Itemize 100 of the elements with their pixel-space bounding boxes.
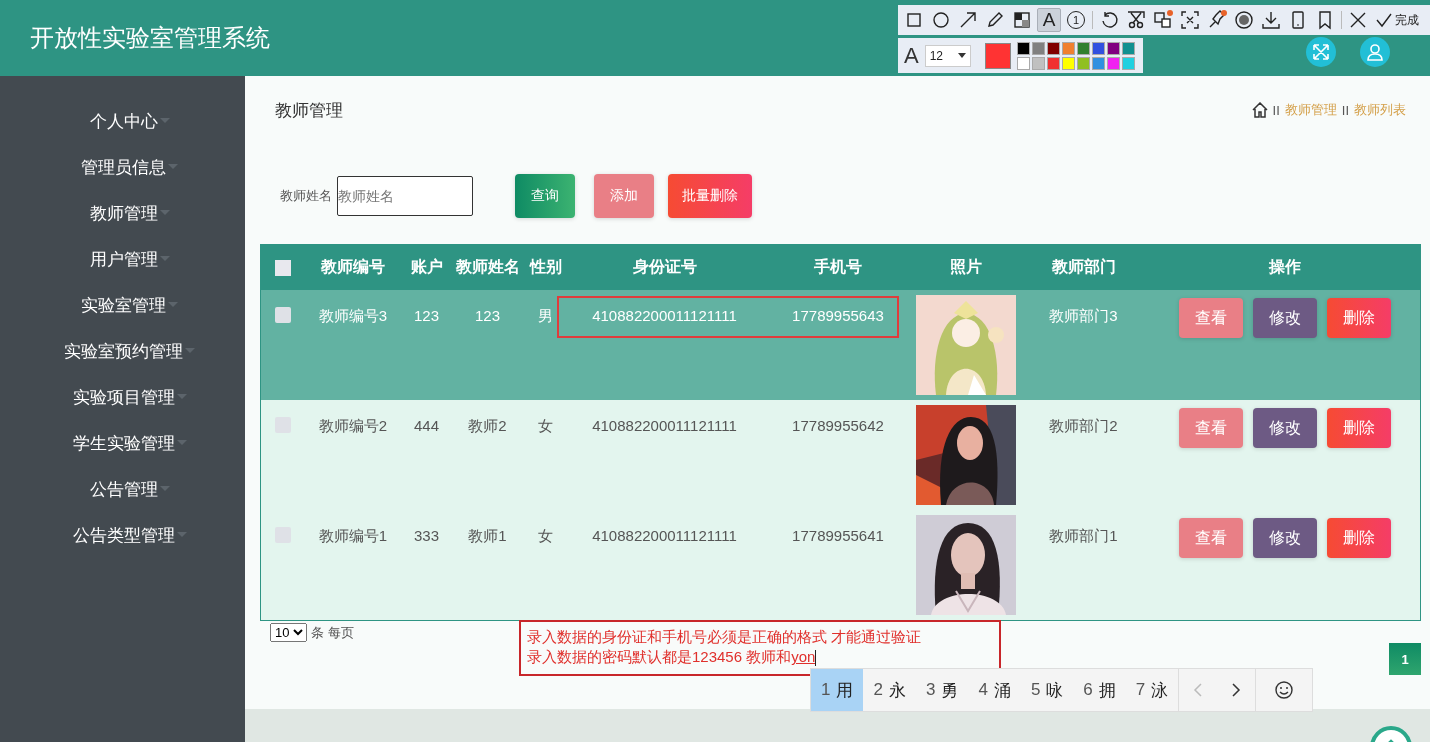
- page-title: 教师管理: [275, 99, 343, 122]
- table-cell: 444: [414, 417, 439, 434]
- column-header: 身份证号: [568, 244, 761, 290]
- rectangle-icon: [904, 10, 924, 30]
- table-cell: 410882200011121111: [592, 417, 737, 434]
- color-swatch[interactable]: [1076, 41, 1090, 55]
- table-cell: 410882200011121111: [592, 527, 737, 544]
- edit-button[interactable]: 修改: [1253, 518, 1318, 558]
- color-swatch[interactable]: [1031, 56, 1045, 70]
- ime-candidate[interactable]: 2 永: [863, 669, 916, 711]
- field-label: 教师姓名: [280, 187, 332, 205]
- color-swatch[interactable]: [1091, 56, 1105, 70]
- sidebar-item[interactable]: 公告类型管理: [0, 512, 245, 558]
- table-cell: 男: [538, 307, 553, 324]
- color-swatch[interactable]: [1016, 56, 1030, 70]
- color-swatch[interactable]: [1091, 41, 1105, 55]
- color-swatch[interactable]: [1016, 41, 1030, 55]
- page-size-label: 条 每页: [311, 623, 354, 642]
- sidebar-item[interactable]: 实验室预约管理: [0, 328, 245, 374]
- batch-delete-button[interactable]: 批量删除: [668, 174, 752, 218]
- sidebar-item[interactable]: 实验项目管理: [0, 374, 245, 420]
- text-tool[interactable]: A: [1037, 8, 1061, 32]
- column-header: 教师编号: [305, 244, 401, 290]
- done-button[interactable]: 完成: [1373, 11, 1421, 29]
- download-icon: [1261, 10, 1281, 30]
- breadcrumb-separator: II: [1272, 102, 1280, 118]
- user-icon: [1366, 43, 1384, 61]
- sidebar-item[interactable]: 实验室管理: [0, 282, 245, 328]
- annotation-text[interactable]: 录入数据的密码默认都是123456 教师和yon: [527, 647, 999, 667]
- delete-button[interactable]: 删除: [1327, 298, 1392, 338]
- table-cell: 333: [414, 527, 439, 544]
- row-checkbox[interactable]: [275, 307, 292, 323]
- select-all-checkbox[interactable]: [275, 260, 292, 277]
- table-cell: 教师2: [468, 417, 507, 434]
- column-header: 照片: [915, 244, 1017, 290]
- ime-candidate[interactable]: 5 咏: [1020, 669, 1074, 711]
- color-swatch[interactable]: [1106, 56, 1120, 70]
- caret-icon: [185, 348, 195, 354]
- delete-button[interactable]: 删除: [1327, 518, 1392, 558]
- caret-icon: [159, 210, 170, 216]
- color-swatch[interactable]: [1076, 56, 1090, 70]
- current-color[interactable]: [984, 42, 1011, 69]
- pin-icon: [1207, 10, 1227, 30]
- column-header: 教师姓名: [452, 244, 523, 290]
- color-swatch[interactable]: [1031, 41, 1045, 55]
- annotation-text[interactable]: 录入数据的身份证和手机号必须是正确的格式 才能通过验证: [527, 627, 999, 647]
- ime-candidate[interactable]: 7 泳: [1125, 669, 1179, 711]
- caret-icon: [168, 302, 178, 308]
- color-swatch[interactable]: [1046, 41, 1060, 55]
- fullscreen-button[interactable]: [1306, 37, 1336, 67]
- edit-button[interactable]: 修改: [1253, 298, 1318, 338]
- record-icon: [1234, 10, 1254, 30]
- table-cell: 教师编号3: [318, 307, 388, 324]
- user-button[interactable]: [1360, 37, 1390, 67]
- home-icon: [1251, 102, 1268, 118]
- column-header: 教师部门: [1016, 244, 1151, 290]
- ellipse-icon: [931, 10, 951, 30]
- sidebar-item[interactable]: 个人中心: [0, 98, 245, 144]
- page-size-select[interactable]: 10: [270, 623, 307, 642]
- caret-icon: [176, 440, 187, 446]
- color-swatch[interactable]: [1061, 41, 1075, 55]
- close-icon: [1348, 10, 1368, 30]
- font-size-select[interactable]: 12: [924, 44, 971, 67]
- table-cell: 17789955643: [792, 307, 884, 324]
- mosaic-icon: [1012, 10, 1032, 30]
- table-cell: 女: [538, 527, 553, 544]
- edit-button[interactable]: 修改: [1253, 408, 1318, 448]
- caret-icon: [957, 53, 966, 58]
- column-header: 操作: [1150, 244, 1421, 290]
- table-cell: 教师编号1: [318, 527, 388, 544]
- table-cell: 教师编号2: [318, 417, 388, 434]
- sidebar-item[interactable]: 用户管理: [0, 236, 245, 282]
- undo-icon: [1099, 10, 1119, 30]
- color-swatch[interactable]: [1061, 56, 1075, 70]
- teacher-name-field[interactable]: 教师姓名: [337, 176, 473, 216]
- table-cell: 女: [538, 417, 553, 434]
- color-swatch[interactable]: [1106, 41, 1120, 55]
- sidebar-item[interactable]: 教师管理: [0, 190, 245, 236]
- table-cell: 教师部门2: [1049, 417, 1118, 434]
- page-button[interactable]: 1: [1389, 643, 1421, 675]
- record-tool[interactable]: [1232, 8, 1256, 32]
- query-button[interactable]: 查询: [515, 174, 575, 218]
- caret-icon: [176, 394, 187, 400]
- table-cell: 17789955642: [792, 417, 884, 434]
- sidebar-item[interactable]: 管理员信息: [0, 144, 245, 190]
- ime-candidate[interactable]: 6 拥: [1073, 669, 1126, 711]
- sidebar-item[interactable]: 学生实验管理: [0, 420, 245, 466]
- color-swatch[interactable]: [1121, 56, 1135, 70]
- caret-icon: [176, 532, 187, 538]
- delete-button[interactable]: 删除: [1327, 408, 1392, 448]
- ime-candidate[interactable]: 4 涌: [968, 669, 1021, 711]
- color-swatch[interactable]: [1121, 41, 1135, 55]
- color-swatch[interactable]: [1046, 56, 1060, 70]
- font-label: A: [904, 42, 919, 69]
- cut-icon: [1126, 10, 1146, 30]
- ime-candidate[interactable]: 1 用: [811, 669, 864, 711]
- table-cell: 17789955641: [792, 527, 884, 544]
- ime-candidate[interactable]: 3 勇: [915, 669, 969, 711]
- sidebar-item[interactable]: 公告管理: [0, 466, 245, 512]
- caret-icon: [159, 118, 170, 124]
